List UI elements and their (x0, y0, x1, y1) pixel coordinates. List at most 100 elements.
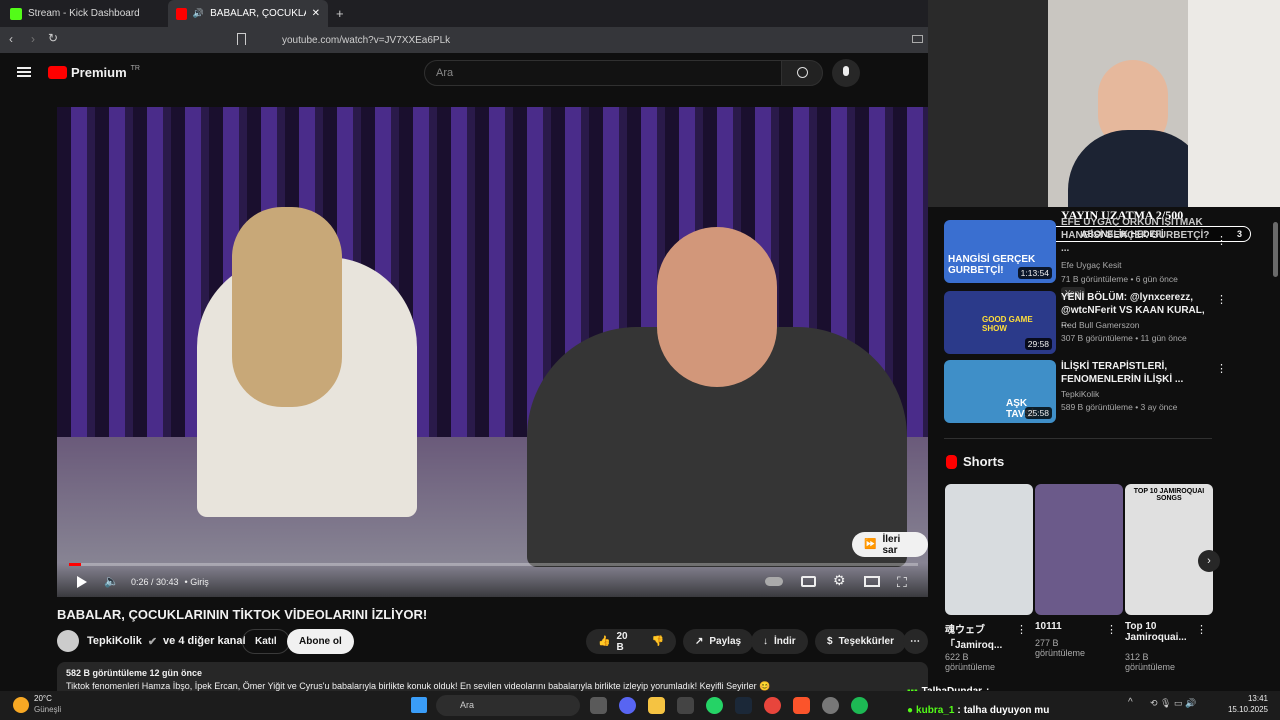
more-vert-icon[interactable]: ⋮ (1216, 362, 1227, 375)
rec-meta: 307 B görüntüleme • 11 gün önce (1061, 333, 1187, 343)
person-right-head (657, 227, 777, 387)
shorts-header: Shorts (946, 454, 1004, 469)
chapter-text[interactable]: • Giriş (185, 577, 209, 587)
more-actions-button[interactable]: ⋯ (903, 629, 928, 654)
shorts-icon (946, 454, 957, 469)
like-count: 20 B (616, 630, 628, 653)
weather-icon[interactable] (13, 697, 29, 713)
file-explorer-icon[interactable] (648, 697, 665, 714)
task-view-icon[interactable] (590, 697, 607, 714)
rec-video[interactable]: HANGİSİ GERÇEK GURBETÇİ! 1:13:54 EFE UYG… (944, 217, 1227, 299)
back-icon[interactable]: ‹ (9, 32, 13, 46)
subtitles-icon[interactable] (801, 576, 816, 587)
rec-duration: 29:58 (1024, 338, 1052, 350)
tray-icons[interactable]: ⟲ 🎙 ▭ 🔊 (1150, 698, 1210, 712)
taskbar-search[interactable]: Ara (436, 695, 580, 716)
short-views: 622 B görüntüleme (945, 652, 996, 672)
chat-user: kubra_1 (916, 705, 955, 716)
clock-date[interactable]: 15.10.2025 (1226, 705, 1268, 714)
obs-icon[interactable] (822, 697, 839, 714)
more-vert-icon[interactable]: ⋮ (1196, 623, 1207, 636)
short-title[interactable]: 10111 (1035, 621, 1105, 632)
youtube-logo[interactable]: Premium TR (48, 65, 140, 80)
skip-forward-button[interactable]: ⏩ İleri sar (852, 532, 928, 557)
windows-start-icon[interactable] (411, 697, 427, 713)
new-tab-button[interactable]: + (336, 6, 344, 21)
share-button[interactable]: ↗ Paylaş (683, 629, 754, 654)
description-text: Tiktok fenomenleri Hamza İbşo, İpek Erca… (66, 681, 771, 691)
brave-icon[interactable] (793, 697, 810, 714)
thumbs-down-icon[interactable]: 👎 (652, 636, 664, 647)
chrome-icon[interactable] (764, 697, 781, 714)
join-button[interactable]: Katıl (242, 629, 290, 654)
thumbs-up-icon[interactable]: 👍 (598, 636, 610, 647)
more-vert-icon[interactable]: ⋮ (1106, 623, 1117, 636)
fullscreen-icon[interactable]: ⛶ (897, 574, 907, 591)
steam-icon[interactable] (735, 697, 752, 714)
play-icon[interactable] (77, 576, 87, 588)
volume-icon[interactable]: 🔈 (104, 574, 119, 588)
related-sidebar: YAYIN UZATMA 2/500 ABONELİK HEDEFİ 3 0 H… (928, 207, 1280, 691)
thanks-button[interactable]: $ Teşekkürler (815, 629, 906, 654)
more-vert-icon[interactable]: ⋮ (1016, 623, 1027, 636)
progress-bar[interactable] (69, 563, 918, 566)
short-title[interactable]: 魂ウェブ「Jamiroq... (945, 621, 1015, 651)
autoplay-toggle[interactable] (765, 577, 783, 586)
shorts-next-icon[interactable]: › (1198, 550, 1220, 572)
rec-meta: 71 B görüntüleme • 6 gün önce (1061, 274, 1178, 284)
rec-thumbnail[interactable]: HANGİSİ GERÇEK GURBETÇİ! 1:13:54 (944, 220, 1056, 283)
search-placeholder: Ara (436, 67, 454, 79)
fast-forward-icon: ⏩ (864, 539, 877, 550)
youtube-icon (176, 7, 187, 20)
rec-video[interactable]: GOOD GAME SHOW 29:58 YENİ BÖLÜM: @lynxce… (944, 291, 1227, 355)
subscribe-button[interactable]: Abone ol (287, 629, 354, 654)
video-player[interactable]: ⏩ İleri sar 🔈 0:26 / 30:43 • Giriş ⚙ ⛶ (57, 107, 928, 597)
voice-search-button[interactable] (832, 59, 860, 87)
rec-thumbnail[interactable]: AŞK TAVSİ 25:58 (944, 360, 1056, 423)
bookmark-icon[interactable] (237, 33, 246, 45)
rec-channel: TepkiKolik (1061, 389, 1100, 399)
short-title[interactable]: Top 10 Jamiroquai... (1125, 621, 1195, 643)
url-field[interactable]: youtube.com/watch?v=JV7XXEa6PLk (258, 30, 908, 50)
tab-kick-dashboard[interactable]: Stream - Kick Dashboard (2, 0, 166, 27)
webcam-curtain (1188, 0, 1280, 207)
scrollbar-thumb[interactable] (1273, 222, 1278, 277)
more-vert-icon[interactable]: ⋮ (1216, 293, 1227, 306)
spotify-icon[interactable] (851, 697, 868, 714)
store-icon[interactable] (677, 697, 694, 714)
subscribe-label: Abone ol (299, 636, 342, 647)
whatsapp-icon[interactable] (706, 697, 723, 714)
discord-icon[interactable] (619, 697, 636, 714)
search-button[interactable] (781, 60, 823, 86)
close-tab-icon[interactable]: ✕ (312, 8, 320, 19)
download-button[interactable]: ↓ İndir (751, 629, 808, 654)
search-input[interactable]: Ara (424, 60, 782, 86)
cast-icon[interactable] (912, 35, 923, 43)
tab-youtube[interactable]: 🔊 BABALAR, ÇOCUKLARININ TİKTOK VİDEOLARI… (168, 0, 328, 27)
short-thumbnail[interactable]: TOP 10 JAMIROQUAI SONGS (1125, 484, 1213, 615)
settings-gear-icon[interactable]: ⚙ (833, 572, 846, 589)
video-title: BABALAR, ÇOCUKLARININ TİKTOK VİDEOLARINI… (57, 607, 428, 622)
skip-label: İleri sar (882, 533, 901, 556)
channel-extra-text: ve 4 diğer kanal (163, 635, 246, 647)
clock-time[interactable]: 13:41 (1226, 694, 1268, 703)
download-icon: ↓ (763, 636, 768, 647)
rec-thumbnail[interactable]: GOOD GAME SHOW 29:58 (944, 291, 1056, 354)
forward-icon[interactable]: › (31, 32, 35, 46)
mic-icon (843, 66, 849, 76)
menu-icon[interactable] (17, 67, 31, 77)
short-thumbnail[interactable] (945, 484, 1033, 615)
theater-mode-icon[interactable] (864, 576, 880, 587)
tray-chevron-icon[interactable]: ^ (1128, 697, 1133, 708)
shorts-heading: Shorts (963, 454, 1005, 469)
description-box[interactable]: 582 B görüntüleme 12 gün önce Tiktok fen… (57, 662, 928, 691)
channel-name-text: TepkiKolik (87, 635, 142, 647)
short-thumbnail[interactable] (1035, 484, 1123, 615)
reload-icon[interactable]: ↻ (48, 31, 58, 45)
time-display: 0:26 / 30:43 • Giriş (131, 577, 209, 587)
more-vert-icon[interactable]: ⋮ (1216, 234, 1227, 247)
rec-video[interactable]: AŞK TAVSİ 25:58 İLİŞKİ TERAPİSTLERİ, FEN… (944, 360, 1227, 424)
channel-name[interactable]: TepkiKolik ✔ ve 4 diğer kanal (87, 635, 246, 648)
channel-avatar[interactable] (57, 630, 79, 652)
like-dislike-group[interactable]: 👍 20 B 👎 (586, 629, 676, 654)
